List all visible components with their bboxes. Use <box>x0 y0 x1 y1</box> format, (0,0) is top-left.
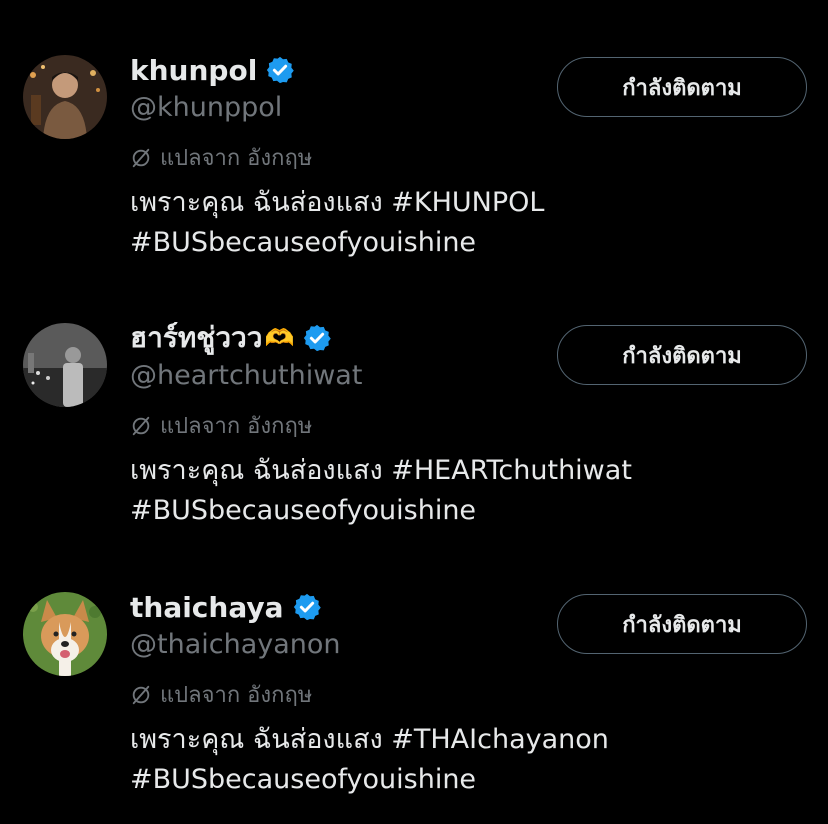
avatar[interactable] <box>23 323 107 407</box>
translate-label: แปลจาก อังกฤษ <box>160 146 313 171</box>
bio: เพราะคุณ ฉันส่องแสง #HEARTchuthiwat #BUS… <box>130 451 632 531</box>
name-row: thaichaya <box>130 587 322 627</box>
verified-badge-icon <box>304 324 332 352</box>
bio-line: #BUSbecauseofyouishine <box>130 227 477 258</box>
bio-line: เพราะคุณ ฉันส่องแสง #KHUNPOL <box>130 187 545 218</box>
bio-line: #BUSbecauseofyouishine <box>130 764 477 795</box>
handle: @heartchuthiwat <box>130 360 363 391</box>
name-row: khunpol <box>130 50 295 90</box>
display-name[interactable]: khunpol <box>130 54 257 87</box>
verified-badge-icon <box>267 56 295 84</box>
translate-link[interactable]: แปลจาก อังกฤษ <box>130 140 312 175</box>
verified-badge-icon <box>293 593 321 621</box>
translate-link[interactable]: แปลจาก อังกฤษ <box>130 408 312 443</box>
display-name[interactable]: ฮาร์ทชู่ววว <box>130 316 262 360</box>
translate-label: แปลจาก อังกฤษ <box>160 683 313 708</box>
display-name[interactable]: thaichaya <box>130 591 284 624</box>
heart-hands-emoji: 🫶 <box>264 324 295 352</box>
following-button[interactable]: กำลังติดตาม <box>557 57 807 117</box>
translate-icon <box>132 416 150 435</box>
bio: เพราะคุณ ฉันส่องแสง #THAIchayanon #BUSbe… <box>130 720 609 800</box>
following-button[interactable]: กำลังติดตาม <box>557 594 807 654</box>
handle: @khunppol <box>130 92 283 123</box>
translate-icon <box>132 685 150 704</box>
avatar[interactable] <box>23 55 107 139</box>
user-cell-thaichaya[interactable]: thaichaya @thaichayanon แปลจาก อังกฤษ เพ… <box>0 537 828 805</box>
handle: @thaichayanon <box>130 629 341 660</box>
bio: เพราะคุณ ฉันส่องแสง #KHUNPOL #BUSbecause… <box>130 183 544 263</box>
bio-line: เพราะคุณ ฉันส่องแสง #HEARTchuthiwat <box>130 455 632 486</box>
following-button[interactable]: กำลังติดตาม <box>557 325 807 385</box>
bio-line: เพราะคุณ ฉันส่องแสง #THAIchayanon <box>130 724 609 755</box>
user-cell-khunpol[interactable]: khunpol @khunppol แปลจาก อังกฤษ เพราะคุณ… <box>0 0 828 268</box>
translate-label: แปลจาก อังกฤษ <box>160 414 313 439</box>
name-row: ฮาร์ทชู่ววว 🫶 <box>130 318 332 358</box>
user-cell-heartchuthiwat[interactable]: ฮาร์ทชู่ววว 🫶 @heartchuthiwat แปลจาก อัง… <box>0 268 828 536</box>
translate-icon <box>132 148 150 167</box>
translate-link[interactable]: แปลจาก อังกฤษ <box>130 677 312 712</box>
bio-line: #BUSbecauseofyouishine <box>130 495 477 526</box>
avatar[interactable] <box>23 592 107 676</box>
